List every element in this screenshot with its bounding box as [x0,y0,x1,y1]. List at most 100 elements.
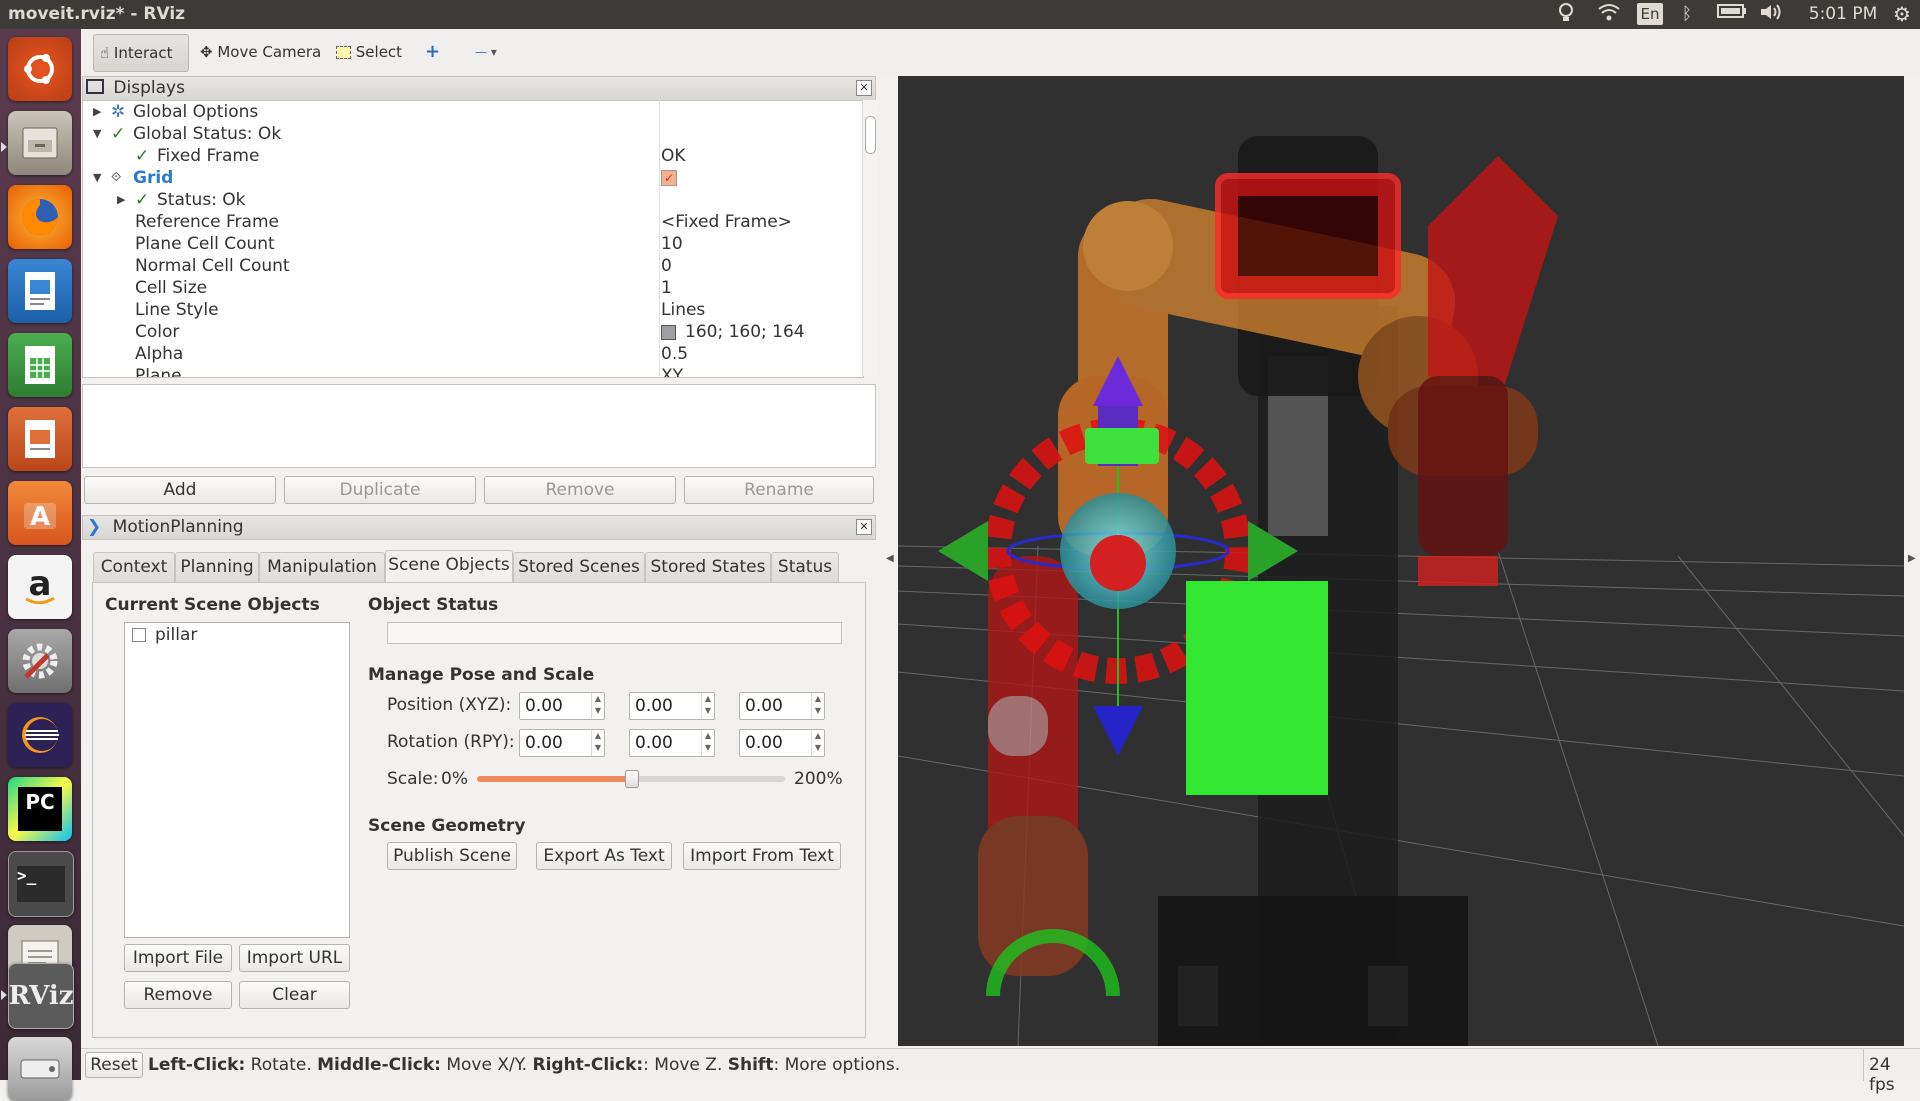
impress-icon[interactable] [8,407,72,471]
terminal-icon[interactable]: >_ [8,851,74,917]
remove-tool-dropdown[interactable]: — ▾ [469,34,503,70]
tree-row-color[interactable]: Color 160; 160; 164 [83,321,843,343]
tree-value[interactable]: <Fixed Frame> [661,211,792,233]
eclipse-icon[interactable] [8,703,72,767]
collapse-left-icon[interactable]: ◀ [886,553,894,564]
clock[interactable]: 5:01 PM [1803,3,1883,25]
export-as-text-button[interactable]: Export As Text [536,842,672,870]
3d-render-view[interactable] [898,76,1904,1046]
tree-value[interactable]: 0.5 [661,343,688,365]
position-x-input[interactable]: 0.00 ▲ ▼ [519,692,605,720]
amazon-icon[interactable]: a [8,555,72,619]
tree-value[interactable]: 1 [661,277,672,299]
tree-row-status[interactable]: ▶ ✓ Status: Ok [83,189,843,211]
color-swatch[interactable] [661,325,676,340]
tree-row-cell-size[interactable]: Cell Size 1 [83,277,843,299]
tab-scene-objects[interactable]: Scene Objects [385,550,513,582]
position-y-input[interactable]: 0.00 ▲ ▼ [629,692,715,720]
keyboard-layout-indicator[interactable]: En [1637,3,1663,25]
tab-status[interactable]: Status [771,552,839,582]
ubuntu-dash-icon[interactable] [8,37,72,101]
tree-value[interactable]: Lines [661,299,705,321]
rotation-p-value: 0.00 [635,733,673,753]
tab-stored-scenes[interactable]: Stored Scenes [513,552,645,582]
import-url-button[interactable]: Import URL [239,944,350,972]
scene-objects-list[interactable]: pillar [124,622,350,938]
bluetooth-icon[interactable]: ᛒ [1678,3,1696,25]
expand-arrow-icon[interactable]: ▶ [93,101,101,123]
rviz-icon[interactable]: RViz [8,963,74,1029]
import-from-text-button[interactable]: Import From Text [683,842,841,870]
tab-planning[interactable]: Planning [175,552,259,582]
tree-row-alpha[interactable]: Alpha 0.5 [83,343,843,365]
move-camera-tool-button[interactable]: ✥ Move Camera [194,34,327,70]
scrollbar-thumb[interactable] [865,116,876,154]
publish-scene-button[interactable]: Publish Scene [387,842,517,870]
tree-row-line-style[interactable]: Line Style Lines [83,299,843,321]
remove-display-button[interactable]: Remove [484,476,676,504]
power-gear-icon[interactable]: ⚙ [1890,3,1914,25]
tree-row-normal-cell-count[interactable]: Normal Cell Count 0 [83,255,843,277]
duplicate-display-button[interactable]: Duplicate [284,476,476,504]
system-settings-icon[interactable] [8,629,72,693]
spin-arrows-icon[interactable]: ▲ ▼ [811,693,824,719]
tree-value[interactable]: 160; 160; 164 [685,321,805,343]
writer-icon[interactable] [8,259,72,323]
displays-panel-title: Displays ✕ [82,76,876,101]
tab-stored-states[interactable]: Stored States [645,552,771,582]
software-center-icon[interactable]: A [8,481,72,545]
spin-arrows-icon[interactable]: ▲ ▼ [701,693,714,719]
scale-slider-handle[interactable] [625,770,639,788]
battery-icon[interactable] [1716,3,1748,25]
clear-objects-button[interactable]: Clear [239,981,350,1009]
tab-context[interactable]: Context [93,552,175,582]
firefox-icon[interactable] [8,185,72,249]
tree-row-plane[interactable]: Plane XY [83,365,843,377]
spin-arrows-icon[interactable]: ▲ ▼ [591,693,604,719]
reset-view-button[interactable]: Reset [85,1052,143,1078]
close-icon[interactable]: ✕ [856,80,872,96]
expand-arrow-icon[interactable]: ▶ [117,189,125,211]
tree-row-plane-cell-count[interactable]: Plane Cell Count 10 [83,233,843,255]
files-icon[interactable] [8,111,72,175]
scale-slider[interactable] [477,770,785,788]
calc-icon[interactable] [8,333,72,397]
collapse-arrow-icon[interactable]: ▼ [93,167,101,189]
close-icon[interactable]: ✕ [856,519,872,535]
tree-value[interactable]: XY [661,365,683,377]
collapse-arrow-icon[interactable]: ▼ [93,123,101,145]
list-item[interactable]: pillar [155,625,197,645]
rotation-y-input[interactable]: 0.00 ▲ ▼ [739,729,825,757]
disks-icon[interactable] [8,1037,72,1101]
rotation-p-input[interactable]: 0.00 ▲ ▼ [629,729,715,757]
select-tool-button[interactable]: Select [330,34,408,70]
displays-scrollbar[interactable] [862,100,877,376]
pycharm-icon[interactable]: PC [8,777,72,841]
spin-arrows-icon[interactable]: ▲ ▼ [591,730,604,756]
pillar-checkbox[interactable] [132,628,146,642]
position-x-value: 0.00 [525,696,563,716]
spin-arrows-icon[interactable]: ▲ ▼ [701,730,714,756]
tree-value[interactable]: 10 [661,233,683,255]
rotation-r-input[interactable]: 0.00 ▲ ▼ [519,729,605,757]
spin-arrows-icon[interactable]: ▲ ▼ [811,730,824,756]
tree-row-global-options[interactable]: ▶ ✲ Global Options [83,101,843,123]
remove-object-button[interactable]: Remove [124,981,232,1009]
grid-enabled-checkbox[interactable]: ✓ [661,170,677,186]
add-tool-button[interactable]: + [419,34,446,70]
tree-value[interactable]: 0 [661,255,672,277]
position-z-input[interactable]: 0.00 ▲ ▼ [739,692,825,720]
collapse-right-icon[interactable]: ▶ [1908,553,1916,564]
tree-row-grid[interactable]: ▼ ⟐ Grid ✓ [83,167,843,189]
volume-icon[interactable] [1758,3,1784,25]
lightbulb-icon[interactable] [1555,3,1577,25]
tab-manipulation[interactable]: Manipulation [259,552,385,582]
import-file-button[interactable]: Import File [124,944,232,972]
tree-row-reference-frame[interactable]: Reference Frame <Fixed Frame> [83,211,843,233]
wifi-icon[interactable] [1597,3,1621,25]
rename-display-button[interactable]: Rename [684,476,874,504]
tree-row-global-status[interactable]: ▼ ✓ Global Status: Ok [83,123,843,145]
interact-tool-button[interactable]: ☝ Interact [93,34,189,72]
tree-row-fixed-frame[interactable]: ✓ Fixed Frame OK [83,145,843,167]
add-display-button[interactable]: Add [84,476,276,504]
